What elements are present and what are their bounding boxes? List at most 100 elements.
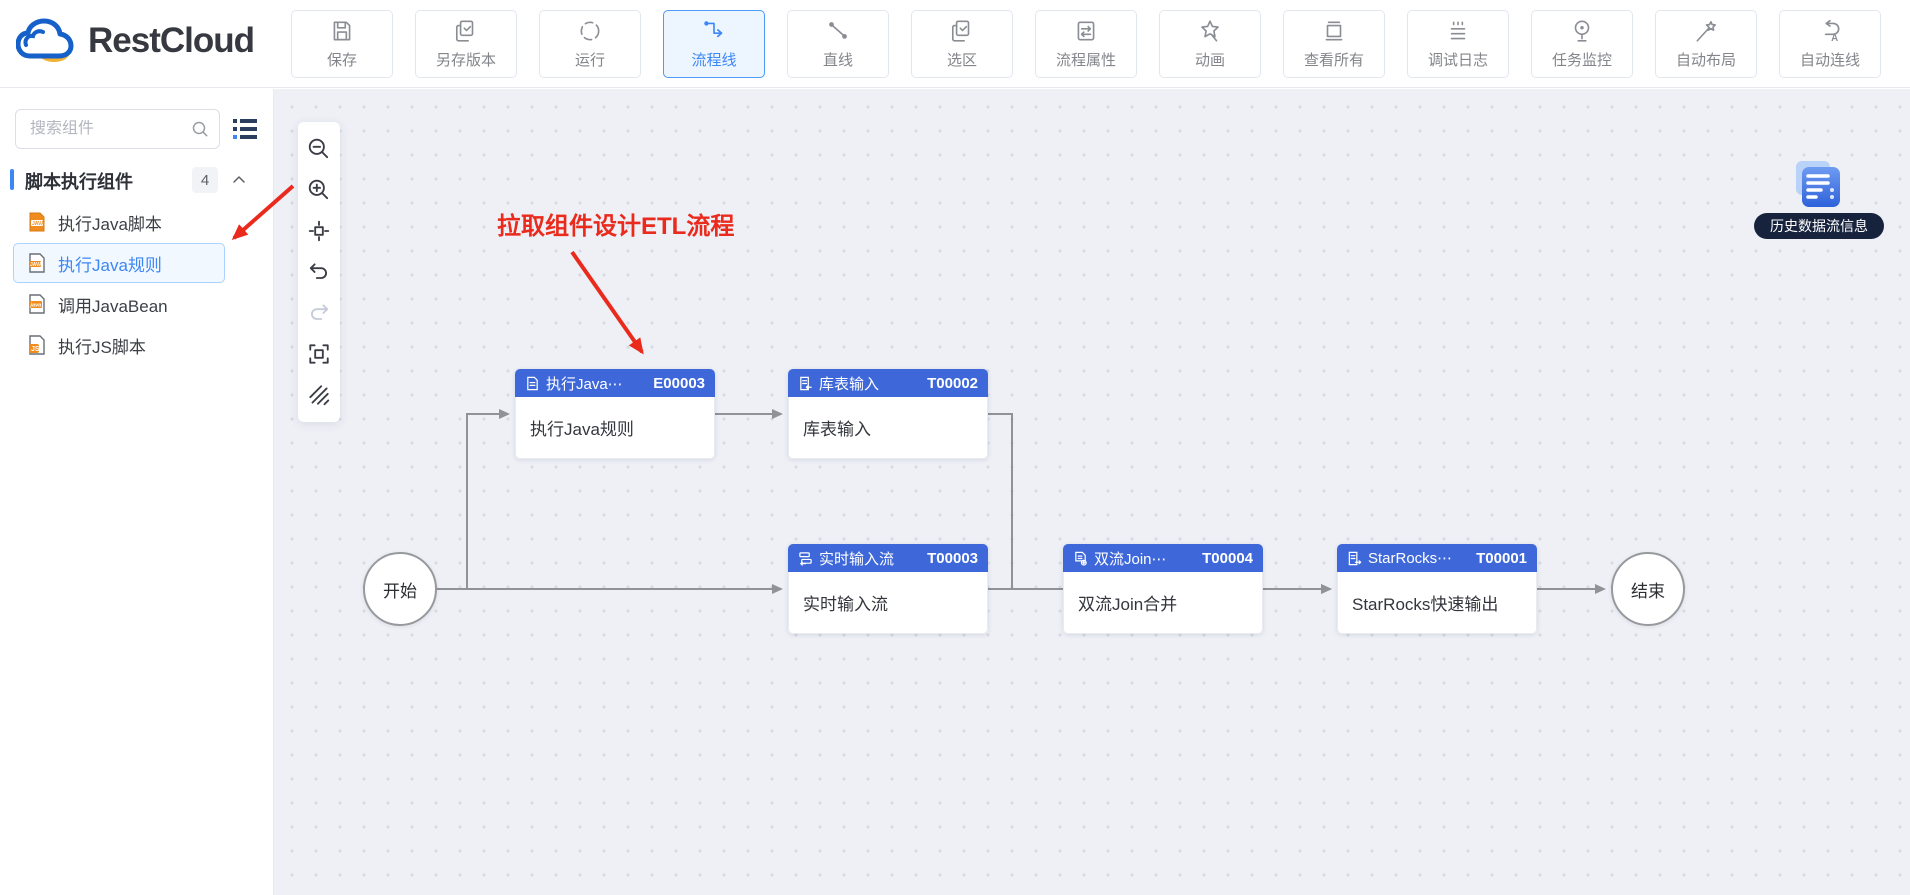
stream-input-icon: [798, 551, 813, 566]
flow-node-java-rule[interactable]: 执行Java⋯ E00003 执行Java规则: [515, 369, 715, 459]
sidebar-item-label: 执行JS脚本: [58, 337, 146, 357]
java-script-doc-icon: JAVA: [26, 211, 48, 233]
sidebar-item-run-java-script[interactable]: JAVA 执行Java脚本: [13, 202, 225, 242]
toolbar-button-straight-line[interactable]: 直线: [787, 10, 889, 78]
flow-node-header: 实时输入流 T00003: [788, 544, 988, 572]
table-input-icon: [798, 376, 813, 391]
toolbar-button-label: 查看所有: [1303, 52, 1364, 69]
toolbar-button-label: 自动布局: [1675, 52, 1736, 69]
toolbar-button-label: 流程线: [691, 52, 737, 69]
task-monitor-icon: [1569, 18, 1595, 44]
flow-node-body: StarRocks快速输出: [1337, 572, 1537, 634]
canvas-tool-palette: [298, 122, 340, 422]
brand: RestCloud: [16, 18, 255, 64]
flow-node-code: T00003: [927, 549, 978, 567]
zoom-out-icon[interactable]: [306, 136, 332, 162]
toolbar-button-view-all[interactable]: 查看所有: [1283, 10, 1385, 78]
flow-node-dual-stream-join[interactable]: 双流Join⋯ T00004 双流Join合并: [1063, 544, 1263, 634]
toolbar: 保存 另存版本 运行 流程线 直线 选区 流程属性 动画 查看所有 调试日志 任…: [291, 10, 1881, 78]
svg-text:JAVA: JAVA: [32, 221, 45, 227]
end-node-label: 结束: [1631, 581, 1665, 601]
search-input[interactable]: [30, 120, 191, 138]
fullscreen-icon[interactable]: [306, 341, 332, 367]
toolbar-button-label: 动画: [1194, 52, 1225, 69]
flow-node-body: 库表输入: [788, 397, 988, 459]
toolbar-button-label: 任务监控: [1551, 52, 1612, 69]
svg-text:JAVA: JAVA: [30, 262, 43, 268]
flow-node-header: 执行Java⋯ E00003: [515, 369, 715, 397]
flow-canvas[interactable]: 拉取组件设计ETL流程 历史数据流信息 开始 结束 执行Java⋯ E00003: [274, 89, 1910, 895]
view-all-icon: [1321, 18, 1347, 44]
toolbar-button-label: 选区: [946, 52, 977, 69]
start-node[interactable]: 开始: [363, 552, 437, 626]
flow-node-body: 实时输入流: [788, 572, 988, 634]
section-count-badge: 4: [192, 167, 218, 193]
toolbar-button-flow-line[interactable]: 流程线: [663, 10, 765, 78]
flow-node-title: 双流Join⋯: [1094, 550, 1167, 568]
flow-node-code: E00003: [653, 374, 705, 392]
toolbar-button-label: 调试日志: [1427, 52, 1488, 69]
toolbar-button-save[interactable]: 保存: [291, 10, 393, 78]
history-dataflow-icon: [1794, 159, 1842, 209]
java-doc-icon: [525, 376, 540, 391]
svg-text:java: java: [30, 303, 42, 309]
run-icon: [577, 18, 603, 44]
flow-node-code: T00002: [927, 374, 978, 392]
svg-text:A: A: [1831, 33, 1838, 44]
flow-properties-icon: [1073, 18, 1099, 44]
end-node[interactable]: 结束: [1611, 552, 1685, 626]
toolbar-button-animation[interactable]: 动画: [1159, 10, 1261, 78]
app-header: RestCloud 保存 另存版本 运行 流程线 直线 选区 流程属性 动画 查…: [0, 0, 1910, 88]
svg-text:JS: JS: [31, 346, 40, 353]
toolbar-button-label: 流程属性: [1055, 52, 1116, 69]
fit-view-icon[interactable]: [306, 218, 332, 244]
toolbar-button-task-monitor[interactable]: 任务监控: [1531, 10, 1633, 78]
debug-log-icon: [1445, 18, 1471, 44]
component-sidebar: 脚本执行组件 4 JAVA 执行Java脚本 JAVA 执行Java规则 jav…: [0, 89, 274, 895]
toolbar-button-label: 直线: [822, 52, 853, 69]
redo-icon[interactable]: [306, 300, 332, 326]
auto-connect-icon: A: [1817, 18, 1843, 44]
section-title: 脚本执行组件: [25, 172, 133, 192]
flow-node-starrocks-output[interactable]: StarRocks⋯ T00001 StarRocks快速输出: [1337, 544, 1537, 634]
flow-node-header: 库表输入 T00002: [788, 369, 988, 397]
flow-node-code: T00004: [1202, 549, 1253, 567]
zoom-in-icon[interactable]: [306, 177, 332, 203]
toolbar-button-label: 保存: [326, 52, 357, 69]
sidebar-item-label: 执行Java脚本: [58, 214, 162, 234]
toolbar-button-label: 另存版本: [435, 52, 496, 69]
history-dataflow-label[interactable]: 历史数据流信息: [1754, 213, 1884, 239]
grid-toggle-icon[interactable]: [306, 382, 332, 408]
flow-node-realtime-input[interactable]: 实时输入流 T00003 实时输入流: [788, 544, 988, 634]
toolbar-button-flow-properties[interactable]: 流程属性: [1035, 10, 1137, 78]
selection-icon: [949, 18, 975, 44]
flow-node-title: 执行Java⋯: [546, 375, 623, 393]
start-node-label: 开始: [383, 581, 417, 601]
toolbar-button-selection[interactable]: 选区: [911, 10, 1013, 78]
flow-node-header: 双流Join⋯ T00004: [1063, 544, 1263, 572]
flow-node-table-input[interactable]: 库表输入 T00002 库表输入: [788, 369, 988, 459]
flow-line-icon: [701, 18, 727, 44]
toolbar-button-run[interactable]: 运行: [539, 10, 641, 78]
save-icon: [329, 18, 355, 44]
sidebar-item-run-java-rule[interactable]: JAVA 执行Java规则: [13, 243, 225, 283]
sidebar-item-call-javabean[interactable]: java 调用JavaBean: [13, 284, 225, 324]
search-icon: [191, 120, 209, 138]
flow-node-title: 库表输入: [819, 375, 880, 393]
toolbar-button-auto-connect[interactable]: A 自动连线: [1779, 10, 1881, 78]
list-view-toggle-icon[interactable]: [231, 115, 261, 143]
sidebar-item-run-js-script[interactable]: JS 执行JS脚本: [13, 325, 225, 365]
java-rule-doc-icon: JAVA: [26, 252, 48, 274]
sidebar-item-label: 调用JavaBean: [58, 296, 168, 316]
brand-name: RestCloud: [88, 21, 255, 60]
toolbar-button-auto-layout[interactable]: 自动布局: [1655, 10, 1757, 78]
join-merge-icon: [1073, 551, 1088, 566]
component-section-header: 脚本执行组件 4: [0, 165, 274, 195]
chevron-up-icon[interactable]: [231, 172, 247, 188]
restcloud-logo-icon: [16, 18, 74, 64]
toolbar-button-save-as-version[interactable]: 另存版本: [415, 10, 517, 78]
undo-icon[interactable]: [306, 259, 332, 285]
toolbar-button-debug-log[interactable]: 调试日志: [1407, 10, 1509, 78]
flow-node-header: StarRocks⋯ T00001: [1337, 544, 1537, 572]
flow-node-body: 双流Join合并: [1063, 572, 1263, 634]
